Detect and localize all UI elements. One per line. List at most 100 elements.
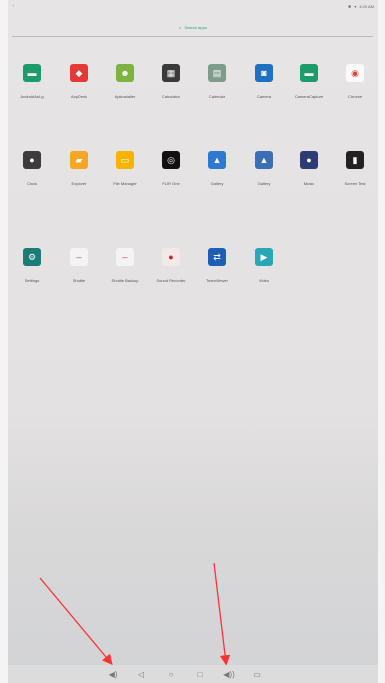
app-label: TeamViewer xyxy=(206,278,228,283)
app-label: Chrome xyxy=(347,94,363,99)
folder-icon: ▰ xyxy=(70,151,88,169)
teamviewer-icon-glyph: ⇄ xyxy=(213,251,221,262)
camera-icon-glyph: ◙ xyxy=(261,67,267,78)
app-flir-one[interactable]: ◎ FLIR One xyxy=(148,151,194,203)
app-label: Sound Recorder xyxy=(156,278,186,283)
app-androidanlg[interactable]: ▬ AndroidAnLg xyxy=(9,64,55,116)
clock-icon-glyph: ● xyxy=(29,154,35,165)
app-label: Music xyxy=(303,181,315,186)
clock-icon: ● xyxy=(23,151,41,169)
folder-icon-glyph: ▰ xyxy=(75,154,83,165)
status-right-area: ✱ ▾ 4:20 AM xyxy=(348,4,374,9)
video-play-icon-glyph: ▶ xyxy=(260,251,268,262)
search-apps-label: Search apps xyxy=(184,24,207,30)
gallery-icon-glyph: ▲ xyxy=(212,154,222,165)
app-label: Gallery xyxy=(257,181,271,186)
search-icon: ⌕ xyxy=(179,24,182,30)
app-shuttle[interactable]: – Shuttle xyxy=(56,248,102,300)
calculator-icon: ▦ xyxy=(162,64,180,82)
app-label: FLIR One xyxy=(162,181,180,186)
app-music[interactable]: ● Music xyxy=(286,151,332,203)
app-label: Screen Test xyxy=(344,181,366,186)
volume-down-icon[interactable]: ◀) xyxy=(106,667,120,681)
app-anydesk[interactable]: ◆ AnyDesk xyxy=(56,64,102,116)
app-screen-test[interactable]: ▮ Screen Test xyxy=(332,151,378,203)
app-shuttle-backup[interactable]: – Shuttle Backup xyxy=(102,248,148,300)
settings-gear-icon: ⚙ xyxy=(23,248,41,266)
app-label: CameraCapture xyxy=(294,94,324,99)
app-label: AnyDesk xyxy=(70,94,87,99)
app-gallery[interactable]: ▲ Gallery xyxy=(194,151,240,203)
app-label: Calculator xyxy=(161,94,180,99)
home-icon[interactable]: ○ xyxy=(164,667,178,681)
app-video[interactable]: ▶ Video xyxy=(241,248,287,300)
app-apkinstaller[interactable]: ☻ Apkinstaller xyxy=(102,64,148,116)
app-file-manager[interactable]: ▭ File Manager xyxy=(102,151,148,203)
android-icon: ▬ xyxy=(300,64,318,82)
left-bezel xyxy=(0,0,8,683)
app-calendar[interactable]: ▤ Calendar xyxy=(194,64,240,116)
microphone-icon-glyph: ● xyxy=(168,251,174,262)
calculator-icon-glyph: ▦ xyxy=(166,67,176,78)
gallery-photo-icon-glyph: ▲ xyxy=(259,154,269,165)
anydesk-icon: ◆ xyxy=(70,64,88,82)
wifi-icon: ▾ xyxy=(354,4,357,9)
volume-up-icon[interactable]: ◀)) xyxy=(222,667,236,681)
bluetooth-icon: ✱ xyxy=(347,4,352,9)
shuttle-backup-icon: – xyxy=(116,248,134,266)
shuttle-backup-icon-glyph: – xyxy=(122,251,128,262)
app-label: Video xyxy=(258,278,270,283)
chrome-icon-glyph: ◉ xyxy=(351,67,359,78)
android-icon-glyph: ▬ xyxy=(304,67,314,78)
android-icon-glyph: ▬ xyxy=(27,67,37,78)
navigation-bar: ◀) ◁ ○ □ ◀)) ▭ xyxy=(8,665,378,683)
android-bot-icon: ☻ xyxy=(116,64,134,82)
app-gallery[interactable]: ▲ Gallery xyxy=(241,151,287,203)
app-label: Shuttle xyxy=(72,278,86,283)
recents-icon[interactable]: □ xyxy=(193,667,207,681)
shuttle-icon: – xyxy=(70,248,88,266)
search-apps-bar[interactable]: ⌕ Search apps xyxy=(8,20,378,34)
music-icon: ● xyxy=(300,151,318,169)
app-cameracapture[interactable]: ▬ CameraCapture xyxy=(286,64,332,116)
music-icon-glyph: ● xyxy=(306,154,312,165)
app-explorer[interactable]: ▰ Explorer xyxy=(56,151,102,203)
video-play-icon: ▶ xyxy=(255,248,273,266)
search-divider xyxy=(12,36,373,37)
chrome-icon: ◉ xyxy=(346,64,364,82)
android-icon: ▬ xyxy=(23,64,41,82)
app-chrome[interactable]: ◉ Chrome xyxy=(332,64,378,116)
status-left-text: ↑ xyxy=(12,3,14,8)
status-time: 4:20 AM xyxy=(359,4,374,9)
app-teamviewer[interactable]: ⇄ TeamViewer xyxy=(194,248,240,300)
right-bezel xyxy=(378,0,385,683)
teamviewer-icon: ⇄ xyxy=(208,248,226,266)
flir-icon-glyph: ◎ xyxy=(167,154,175,165)
app-label: Clock xyxy=(26,181,37,186)
app-clock[interactable]: ● Clock xyxy=(9,151,55,203)
settings-gear-icon-glyph: ⚙ xyxy=(27,251,37,262)
app-label: Camera xyxy=(256,94,272,99)
gallery-photo-icon: ▲ xyxy=(255,151,273,169)
microphone-icon: ● xyxy=(162,248,180,266)
camera-icon: ◙ xyxy=(255,64,273,82)
back-icon[interactable]: ◁ xyxy=(134,667,148,681)
app-settings[interactable]: ⚙ Settings xyxy=(9,248,55,300)
app-sound-recorder[interactable]: ● Sound Recorder xyxy=(148,248,194,300)
screen-test-icon: ▮ xyxy=(346,151,364,169)
app-label: Gallery xyxy=(210,181,224,186)
app-label: Shuttle Backup xyxy=(111,278,139,283)
status-bar: ↑ ✱ ▾ 4:20 AM xyxy=(8,0,378,14)
app-label: Apkinstaller xyxy=(114,94,136,99)
app-camera[interactable]: ◙ Camera xyxy=(241,64,287,116)
screen-test-icon-glyph: ▮ xyxy=(352,154,358,165)
app-label: Settings xyxy=(24,278,40,283)
app-label: File Manager xyxy=(113,181,137,186)
gallery-icon: ▲ xyxy=(208,151,226,169)
screenshot-icon[interactable]: ▭ xyxy=(250,667,264,681)
shuttle-icon-glyph: – xyxy=(76,251,82,262)
app-label: Explorer xyxy=(71,181,87,186)
app-calculator[interactable]: ▦ Calculator xyxy=(148,64,194,116)
calendar-icon: ▤ xyxy=(208,64,226,82)
annotation-arrow-right xyxy=(213,562,231,666)
